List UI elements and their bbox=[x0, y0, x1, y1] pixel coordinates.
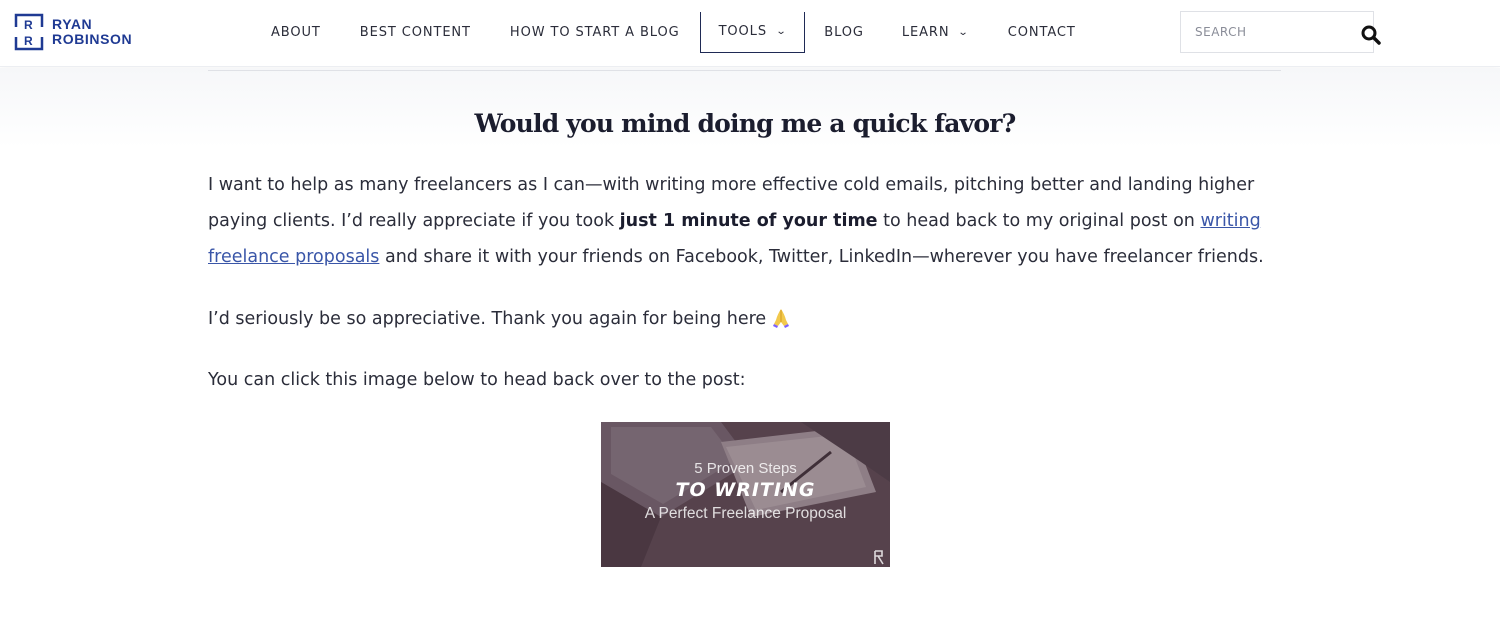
nav-item-label: TOOLS bbox=[718, 24, 767, 39]
promo-logo-mark-icon bbox=[874, 550, 884, 565]
nav-item-blog[interactable]: BLOG bbox=[824, 11, 864, 53]
favor-paragraph: I want to help as many freelancers as I … bbox=[208, 167, 1288, 275]
nav-item-tools[interactable]: TOOLS ⌄ bbox=[699, 11, 806, 53]
svg-text:R: R bbox=[24, 18, 33, 32]
search-box bbox=[1180, 11, 1374, 53]
nav-item-how-to-start-a-blog[interactable]: HOW TO START A BLOG bbox=[510, 11, 680, 53]
favor-text-middle: to head back to my original post on bbox=[877, 211, 1201, 231]
nav-item-label: BLOG bbox=[824, 24, 864, 40]
nav-item-best-content[interactable]: BEST CONTENT bbox=[360, 11, 471, 53]
page-heading: Would you mind doing me a quick favor? bbox=[474, 109, 1017, 138]
svg-text:R: R bbox=[24, 34, 33, 48]
nav-item-label: LEARN bbox=[901, 24, 950, 40]
main-nav: ABOUT BEST CONTENT HOW TO START A BLOG T… bbox=[252, 11, 1076, 53]
nav-item-contact[interactable]: CONTACT bbox=[1008, 11, 1076, 53]
nav-item-label: BEST CONTENT bbox=[359, 24, 471, 40]
nav-item-label: ABOUT bbox=[271, 24, 321, 40]
top-divider bbox=[208, 70, 1281, 71]
thanks-text: I’d seriously be so appreciative. Thank … bbox=[208, 309, 767, 329]
site-logo[interactable]: R R RYAN ROBINSON bbox=[14, 13, 132, 51]
nav-item-learn[interactable]: LEARN ⌄ bbox=[902, 11, 969, 53]
favor-text-end: and share it with your friends on Facebo… bbox=[379, 247, 1264, 267]
search-icon[interactable] bbox=[1360, 24, 1382, 46]
thanks-paragraph: I’d seriously be so appreciative. Thank … bbox=[208, 301, 790, 337]
logo-name-line2: ROBINSON bbox=[52, 31, 133, 47]
click-image-paragraph: You can click this image below to head b… bbox=[208, 370, 746, 390]
proposal-post-image[interactable]: 5 Proven Steps TO WRITING A Perfect Free… bbox=[601, 422, 890, 567]
nav-item-about[interactable]: ABOUT bbox=[271, 11, 321, 53]
praying-hands-icon bbox=[773, 309, 790, 328]
promo-line2: TO WRITING bbox=[675, 479, 816, 501]
favor-bold-text: just 1 minute of your time bbox=[619, 211, 878, 231]
site-header: R R RYAN ROBINSON ABOUT BEST CONTENT HOW… bbox=[0, 0, 1500, 67]
nav-item-label: HOW TO START A BLOG bbox=[509, 24, 680, 40]
logo-mark-icon: R R bbox=[14, 13, 44, 51]
promo-line1: 5 Proven Steps bbox=[694, 460, 797, 477]
promo-line3: A Perfect Freelance Proposal bbox=[644, 505, 847, 522]
nav-item-label: CONTACT bbox=[1007, 24, 1076, 40]
search-input[interactable] bbox=[1181, 12, 1351, 52]
chevron-down-icon: ⌄ bbox=[958, 26, 971, 38]
chevron-down-icon: ⌄ bbox=[775, 26, 788, 37]
logo-name-line1: RYAN bbox=[52, 16, 93, 32]
logo-wordmark: RYAN ROBINSON bbox=[52, 17, 132, 47]
